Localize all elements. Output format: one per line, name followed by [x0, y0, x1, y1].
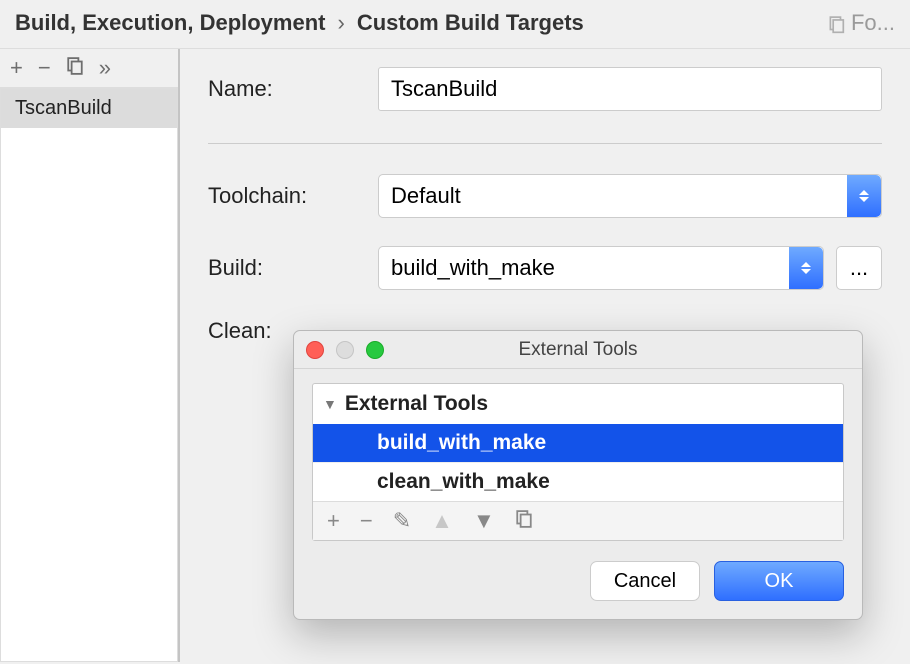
sidebar-toolbar: + − » — [0, 49, 178, 88]
target-list-item[interactable]: TscanBuild — [1, 89, 177, 128]
add-icon[interactable]: + — [10, 57, 23, 79]
build-browse-button[interactable]: ... — [836, 246, 882, 290]
window-zoom-icon[interactable] — [366, 341, 384, 359]
copy-icon[interactable] — [66, 57, 84, 79]
move-up-icon: ▲ — [431, 510, 453, 532]
targets-sidebar: + − » TscanBuild — [0, 49, 180, 662]
window-close-icon[interactable] — [306, 341, 324, 359]
dialog-titlebar[interactable]: External Tools — [294, 331, 862, 369]
build-select[interactable]: build_with_make — [378, 246, 824, 290]
breadcrumb-current: Custom Build Targets — [357, 10, 584, 36]
dialog-toolbar: + − ✎ ▲ ▼ — [313, 501, 843, 540]
remove-icon[interactable]: − — [360, 510, 373, 532]
select-arrow-icon — [789, 247, 823, 289]
dialog-footer: Cancel OK — [294, 545, 862, 619]
breadcrumb-parent[interactable]: Build, Execution, Deployment — [15, 10, 325, 36]
tree-group-label: External Tools — [345, 392, 488, 416]
tree-item-clean[interactable]: clean_with_make — [313, 462, 843, 501]
settings-header: Build, Execution, Deployment › Custom Bu… — [0, 0, 910, 48]
edit-icon[interactable]: ✎ — [393, 510, 411, 532]
toolchain-label: Toolchain: — [208, 183, 378, 209]
add-icon[interactable]: + — [327, 510, 340, 532]
build-select-value: build_with_make — [391, 255, 555, 281]
ok-button[interactable]: OK — [714, 561, 844, 601]
tree-item-build[interactable]: build_with_make — [313, 424, 843, 462]
name-label: Name: — [208, 76, 378, 102]
remove-icon[interactable]: − — [38, 57, 51, 79]
header-right-area: Fo... — [827, 10, 895, 36]
breadcrumb: Build, Execution, Deployment › Custom Bu… — [15, 10, 584, 36]
copy-icon[interactable] — [827, 14, 845, 32]
tree-group[interactable]: ▼ External Tools — [313, 384, 843, 424]
external-tools-tree: ▼ External Tools build_with_make clean_w… — [312, 383, 844, 541]
window-controls — [306, 341, 384, 359]
header-right-text: Fo... — [851, 10, 895, 36]
targets-list: TscanBuild — [0, 88, 178, 662]
more-icon[interactable]: » — [99, 57, 111, 79]
form-divider — [208, 143, 882, 144]
name-input[interactable] — [378, 67, 882, 111]
window-minimize-icon — [336, 341, 354, 359]
breadcrumb-separator-icon: › — [337, 10, 344, 36]
move-down-icon[interactable]: ▼ — [473, 510, 495, 532]
toolchain-select[interactable]: Default — [378, 174, 882, 218]
toolchain-select-value: Default — [391, 183, 461, 209]
select-arrow-icon — [847, 175, 881, 217]
cancel-button[interactable]: Cancel — [590, 561, 700, 601]
external-tools-dialog: External Tools ▼ External Tools build_wi… — [293, 330, 863, 620]
disclosure-triangle-icon[interactable]: ▼ — [323, 396, 337, 412]
build-label: Build: — [208, 255, 378, 281]
copy-icon[interactable] — [515, 510, 533, 532]
